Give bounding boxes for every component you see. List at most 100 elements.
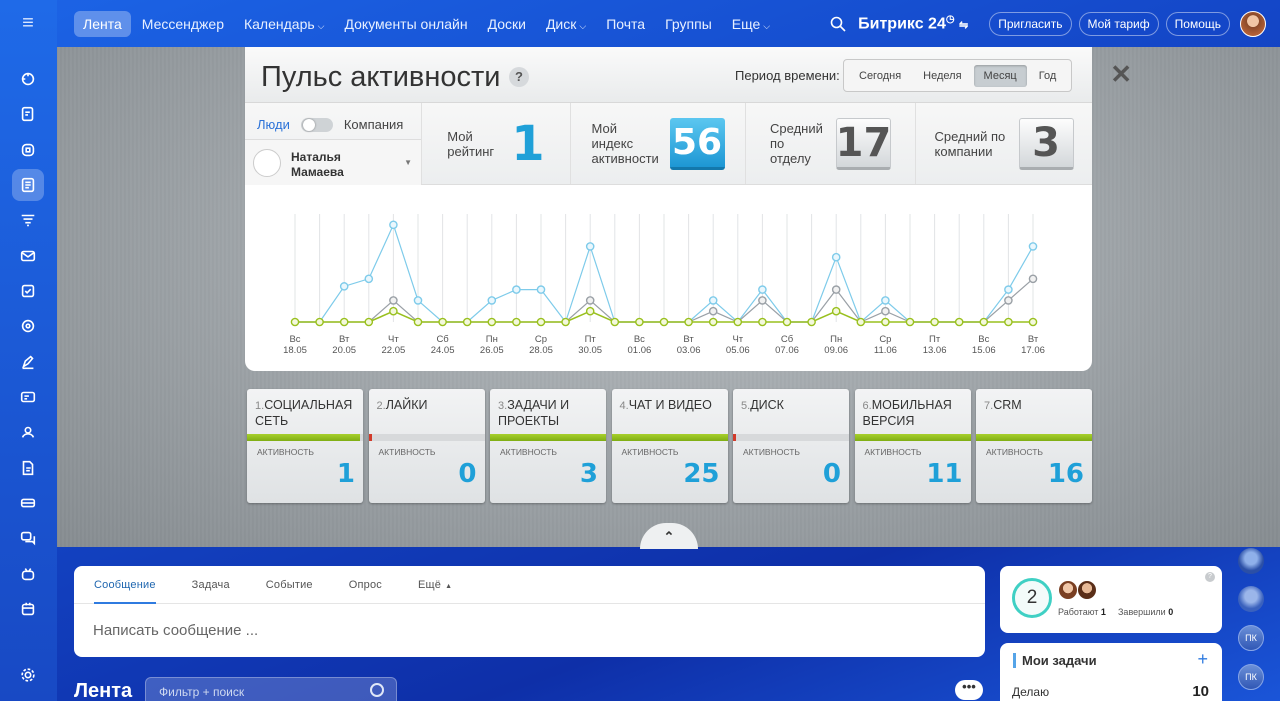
chart-point bbox=[585, 306, 595, 316]
sidebar-tasks-edit-icon[interactable] bbox=[12, 98, 44, 130]
add-task-plus-icon[interactable]: + bbox=[1197, 649, 1208, 670]
tab-poll[interactable]: Опрос bbox=[349, 566, 382, 603]
chart-point bbox=[881, 296, 890, 305]
chart-point bbox=[389, 296, 398, 305]
chart-tick-date: 28.05 bbox=[529, 345, 553, 356]
nav-mail[interactable]: Почта bbox=[597, 11, 654, 37]
sidebar-messages-icon[interactable] bbox=[12, 522, 44, 554]
chart-point bbox=[610, 317, 620, 327]
tool-card[interactable]: 6.Мобильная версия Активность 11 bbox=[854, 389, 971, 503]
sidebar-pen-icon[interactable] bbox=[12, 346, 44, 378]
tool-card[interactable]: 3.Задачи и проекты Активность 3 bbox=[490, 389, 606, 503]
nav-calendar[interactable]: Календарь ⌵ bbox=[235, 11, 334, 37]
sidebar-feed-icon[interactable] bbox=[12, 169, 44, 201]
nav-drive[interactable]: Диск ⌵ bbox=[537, 11, 595, 37]
search-icon[interactable] bbox=[830, 16, 846, 32]
chart-point bbox=[389, 306, 398, 316]
card-activity-fill bbox=[854, 434, 971, 441]
tab-task[interactable]: Задача bbox=[192, 566, 230, 603]
chart-tick-day: Ср bbox=[535, 334, 547, 345]
sidebar-calendar-icon[interactable] bbox=[12, 593, 44, 625]
sidebar-target-icon[interactable] bbox=[12, 310, 44, 342]
toggle-people-label[interactable]: Люди bbox=[257, 117, 290, 132]
my-index-stat: Мой индекс активности 56 bbox=[571, 103, 746, 184]
sidebar-robot-icon[interactable] bbox=[12, 558, 44, 590]
close-icon[interactable]: ✕ bbox=[1110, 59, 1132, 90]
chart-tick-date: 15.06 bbox=[972, 345, 996, 356]
rail-avatar[interactable] bbox=[1238, 548, 1264, 574]
period-today[interactable]: Сегодня bbox=[849, 65, 911, 87]
tab-event[interactable]: Событие bbox=[266, 566, 313, 603]
period-month[interactable]: Месяц bbox=[973, 64, 1027, 87]
nav-messenger[interactable]: Мессенджер bbox=[133, 11, 233, 37]
sidebar-activity-icon[interactable] bbox=[12, 63, 44, 95]
chart-point bbox=[831, 252, 841, 262]
help-question-icon[interactable]: ? bbox=[1205, 572, 1215, 582]
tasks-title[interactable]: Мои задачи bbox=[1013, 653, 1097, 668]
my-rating-stat: Мой рейтинг 1 bbox=[422, 103, 571, 184]
rail-avatar-initials[interactable]: ПК bbox=[1238, 625, 1264, 651]
chart-point bbox=[708, 317, 718, 327]
chart-point bbox=[512, 285, 521, 294]
chart-tick-date: 20.05 bbox=[332, 345, 356, 356]
dropdown-arrow-icon: ▼ bbox=[404, 158, 412, 167]
nav-groups[interactable]: Группы bbox=[656, 11, 721, 37]
tasks-row-label[interactable]: Делаю bbox=[1012, 685, 1049, 699]
sidebar-document-icon[interactable] bbox=[12, 452, 44, 484]
chevron-down-icon: ⌵ bbox=[579, 20, 587, 31]
rail-avatar-initials[interactable]: ПК bbox=[1238, 664, 1264, 690]
chart-tick-day: Ср bbox=[879, 334, 891, 345]
period-year[interactable]: Год bbox=[1029, 65, 1067, 87]
collapse-chevron-up-icon[interactable]: ⌃ bbox=[640, 523, 698, 549]
chart-tick-day: Вс bbox=[634, 334, 645, 345]
tab-more[interactable]: Ещё ▲ bbox=[418, 566, 452, 603]
rail-avatar[interactable] bbox=[1238, 586, 1264, 612]
help-button[interactable]: Помощь bbox=[1165, 11, 1230, 36]
chart-tick-date: 03.06 bbox=[677, 345, 701, 356]
tab-message[interactable]: Сообщение bbox=[94, 566, 156, 604]
avatar[interactable] bbox=[1077, 580, 1097, 600]
card-title: 4.Чат и видео bbox=[620, 398, 722, 414]
card-label: Диск bbox=[750, 398, 784, 412]
tool-card[interactable]: 5.Диск Активность 0 bbox=[733, 389, 849, 503]
menu-burger-icon[interactable]: ≡ bbox=[17, 13, 39, 33]
nav-more[interactable]: Еще ⌵ bbox=[723, 11, 779, 37]
sidebar-drive-icon[interactable] bbox=[12, 487, 44, 519]
card-title: 2.Лайки bbox=[377, 398, 479, 414]
tool-card[interactable]: 4.Чат и видео Активность 25 bbox=[611, 389, 728, 503]
toggle-switch[interactable] bbox=[300, 117, 333, 132]
chart-tick-day: Вт bbox=[339, 334, 350, 345]
sidebar-checkbox-icon[interactable] bbox=[12, 275, 44, 307]
period-week[interactable]: Неделя bbox=[913, 65, 971, 87]
sidebar-mail-icon[interactable] bbox=[12, 240, 44, 272]
feed-more-button[interactable]: ••• bbox=[955, 680, 983, 700]
nav-feed[interactable]: Лента bbox=[74, 10, 131, 37]
sidebar-card-icon[interactable] bbox=[12, 381, 44, 413]
tool-card[interactable]: 7.CRM Активность 16 bbox=[976, 389, 1092, 503]
nav-boards[interactable]: Доски bbox=[479, 11, 535, 37]
my-plan-button[interactable]: Мой тариф bbox=[1078, 11, 1159, 36]
sidebar-users-icon[interactable] bbox=[12, 416, 44, 448]
card-activity-value: 1 bbox=[336, 459, 355, 489]
sidebar-settings-gear-icon[interactable] bbox=[12, 659, 44, 691]
chart-tick-day: Чт bbox=[388, 334, 399, 345]
help-question-icon[interactable]: ? bbox=[509, 67, 529, 87]
user-avatar[interactable] bbox=[1240, 10, 1266, 37]
filter-search-input[interactable]: Фильтр + поиск bbox=[145, 677, 397, 701]
card-activity-value: 0 bbox=[458, 459, 477, 489]
user-select[interactable]: Наталья Мамаева ▼ bbox=[245, 139, 421, 185]
card-label: Мобильная версия bbox=[862, 398, 952, 428]
chart-tick-date: 26.05 bbox=[480, 345, 504, 356]
sidebar-chat-icon[interactable] bbox=[12, 134, 44, 166]
stats-row: Люди Компания Наталья Мамаева ▼ Мой рейт… bbox=[245, 103, 1092, 185]
tool-card[interactable]: 1.Социальная сеть Активность 1 bbox=[247, 389, 363, 503]
brand-logo[interactable]: Битрикс 24◷ ⇋ bbox=[858, 14, 968, 33]
sidebar-filter-icon[interactable] bbox=[12, 204, 44, 236]
avatar[interactable] bbox=[1058, 580, 1078, 600]
nav-documents[interactable]: Документы онлайн bbox=[335, 11, 476, 37]
toggle-company-label[interactable]: Компания bbox=[344, 117, 404, 132]
message-input[interactable]: Написать сообщение ... bbox=[93, 622, 258, 639]
workday-counter[interactable]: 2 bbox=[1012, 578, 1052, 618]
tool-card[interactable]: 2.Лайки Активность 0 bbox=[368, 389, 485, 503]
invite-button[interactable]: Пригласить bbox=[989, 11, 1072, 36]
